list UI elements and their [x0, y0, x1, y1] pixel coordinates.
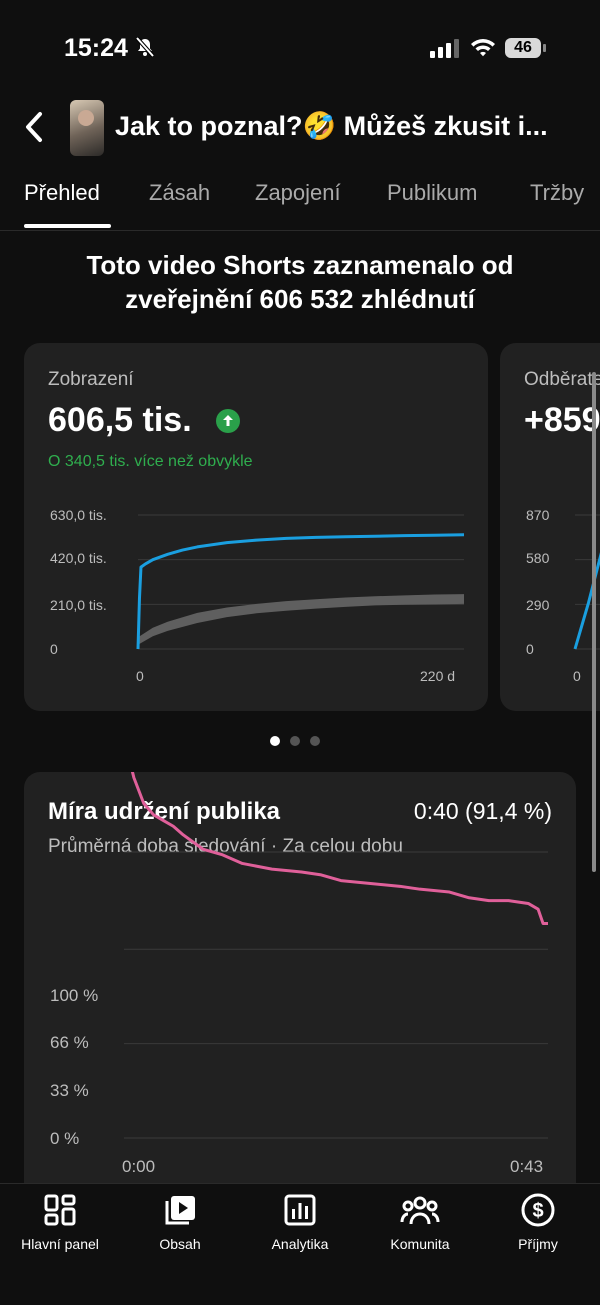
carousel-dot[interactable]: [310, 736, 320, 746]
series-line: [130, 772, 548, 925]
status-time: 15:24: [64, 34, 128, 62]
carousel-dots: [270, 736, 320, 746]
tab-prehled[interactable]: Přehled: [24, 180, 100, 206]
series-line: [136, 533, 465, 650]
analytics-tabs: Přehled Zásah Zapojení Publikum Tržby: [0, 172, 600, 231]
nav-label: Obsah: [159, 1236, 201, 1252]
subscribers-chart: [573, 514, 600, 650]
series-line: [573, 552, 600, 650]
status-bar: 15:24 46: [0, 0, 600, 96]
dashboard-icon: [0, 1192, 120, 1228]
svg-text:$: $: [532, 1200, 543, 1222]
subscribers-card[interactable]: Odběratelé +859 870 580 290 0 0: [500, 343, 600, 711]
tab-publikum[interactable]: Publikum: [387, 180, 477, 206]
carousel-dot[interactable]: [290, 736, 300, 746]
summary-line-1: Toto video Shorts zaznamenalo od: [86, 250, 514, 280]
views-card[interactable]: Zobrazení 606,5 tis. O 340,5 tis. více n…: [24, 343, 488, 711]
nav-earnings[interactable]: $ Příjmy: [478, 1192, 598, 1252]
dollar-icon: $: [478, 1192, 598, 1228]
nav-community[interactable]: Komunita: [360, 1192, 480, 1252]
active-tab-indicator: [24, 224, 111, 228]
community-icon: [360, 1192, 480, 1228]
typical-range-band: [138, 594, 464, 645]
nav-label: Hlavní panel: [21, 1236, 99, 1252]
bottom-navigation: Hlavní panel Obsah Analytika Komunita $ …: [0, 1183, 600, 1305]
carousel-dot-active[interactable]: [270, 736, 280, 746]
analytics-icon: [240, 1192, 360, 1228]
scrollbar[interactable]: [592, 372, 596, 872]
nav-label: Komunita: [390, 1236, 450, 1252]
video-title: Jak to poznal?🤣 Můžeš zkusit i...: [115, 111, 548, 141]
tab-trzby[interactable]: Tržby: [530, 180, 584, 206]
views-summary: Toto video Shorts zaznamenalo od zveřejn…: [30, 248, 570, 316]
bell-muted-icon: [134, 36, 156, 63]
cellular-signal-icon: [430, 38, 459, 58]
content-icon: [120, 1192, 240, 1228]
nav-label: Analytika: [271, 1236, 329, 1252]
tab-zasah[interactable]: Zásah: [149, 180, 210, 206]
tab-zapojeni[interactable]: Zapojení: [255, 180, 341, 206]
back-arrow-icon[interactable]: [22, 110, 46, 149]
battery-icon: 46: [505, 38, 546, 58]
summary-line-2: zveřejnění 606 532 zhlédnutí: [125, 284, 475, 314]
wifi-icon: [470, 36, 496, 63]
video-thumbnail: [70, 100, 104, 156]
video-header: Jak to poznal?🤣 Můžeš zkusit i...: [0, 96, 600, 160]
nav-analytics[interactable]: Analytika: [240, 1192, 360, 1252]
nav-dashboard[interactable]: Hlavní panel: [0, 1192, 120, 1252]
views-chart: [136, 514, 465, 650]
retention-chart: [124, 772, 548, 1139]
nav-label: Příjmy: [518, 1236, 558, 1252]
retention-card[interactable]: Míra udržení publika 0:40 (91,4 %) Průmě…: [24, 772, 576, 1202]
nav-content[interactable]: Obsah: [120, 1192, 240, 1252]
